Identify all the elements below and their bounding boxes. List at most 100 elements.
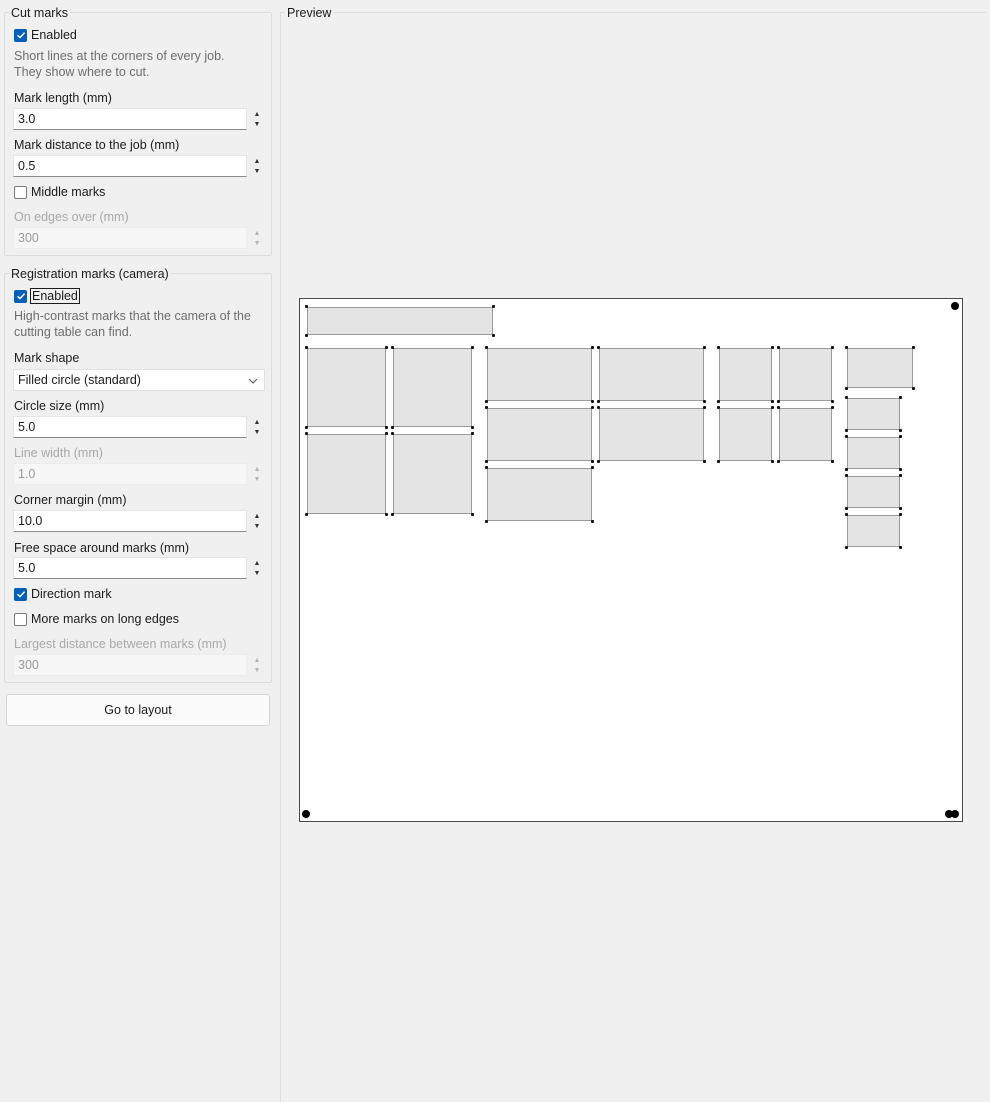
arrow-down-icon: ▼ — [253, 666, 261, 674]
cut-mark — [899, 429, 902, 432]
go-to-layout-button[interactable]: Go to layout — [6, 694, 270, 726]
cut-mark — [391, 346, 394, 349]
cut-mark — [591, 400, 594, 403]
free-space-label: Free space around marks (mm) — [14, 541, 190, 555]
circle-size-input[interactable]: 5.0 — [13, 416, 247, 438]
mark-distance-input[interactable]: 0.5 — [13, 155, 247, 177]
chevron-down-icon — [248, 373, 258, 387]
cut-marks-enabled-checkbox[interactable]: Enabled — [14, 26, 280, 44]
cut-mark — [591, 466, 594, 469]
cut-mark — [492, 305, 495, 308]
free-space-spinbox[interactable]: 5.0 ▲ ▼ — [13, 557, 265, 580]
arrow-down-icon[interactable]: ▼ — [254, 522, 261, 532]
corner-margin-input[interactable]: 10.0 — [13, 510, 247, 532]
job-rectangle — [393, 434, 472, 514]
arrow-up-icon: ▲ — [253, 229, 261, 237]
cut-mark — [591, 460, 594, 463]
checkmark-icon — [14, 289, 27, 303]
corner-margin-spinbox[interactable]: 10.0 ▲ ▼ — [13, 510, 265, 533]
cut-mark — [717, 400, 720, 403]
cut-mark — [777, 460, 780, 463]
cut-mark — [485, 400, 488, 403]
cut-mark — [845, 396, 848, 399]
cut-mark — [591, 346, 594, 349]
cut-mark — [471, 346, 474, 349]
registration-marks-group: Registration marks (camera) Enabled High… — [4, 266, 272, 683]
registration-enabled-checkbox[interactable]: Enabled — [14, 287, 280, 305]
cut-mark — [591, 520, 594, 523]
largest-distance-label: Largest distance between marks (mm) — [14, 637, 227, 651]
arrow-down-icon[interactable]: ▼ — [254, 120, 261, 130]
edges-over-spinbox: 300 ▲ ▼ — [13, 227, 265, 250]
mark-distance-spinbox[interactable]: 0.5 ▲ ▼ — [13, 155, 265, 178]
cut-mark — [845, 387, 848, 390]
mark-shape-select[interactable]: Filled circle (standard) — [13, 369, 265, 391]
cut-mark — [717, 346, 720, 349]
arrow-down-icon[interactable]: ▼ — [254, 569, 261, 579]
mark-shape-label: Mark shape — [14, 351, 80, 365]
cut-mark — [771, 460, 774, 463]
cut-mark — [845, 435, 848, 438]
cut-mark — [597, 460, 600, 463]
circle-size-spinbox[interactable]: 5.0 ▲ ▼ — [13, 416, 265, 439]
arrow-down-icon[interactable]: ▼ — [254, 167, 261, 177]
cut-mark — [471, 432, 474, 435]
edges-over-label: On edges over (mm) — [14, 210, 129, 224]
direction-mark-checkbox[interactable]: Direction mark — [14, 585, 280, 603]
cut-mark — [597, 346, 600, 349]
arrow-up-icon[interactable]: ▲ — [254, 110, 261, 120]
cut-mark — [591, 406, 594, 409]
cut-mark — [385, 346, 388, 349]
cut-mark — [899, 546, 902, 549]
cut-mark — [899, 513, 902, 516]
preview-sheet — [299, 298, 963, 822]
cut-mark — [485, 466, 488, 469]
arrow-down-icon: ▼ — [253, 239, 261, 247]
arrow-up-icon: ▲ — [253, 656, 261, 664]
cut-mark — [305, 334, 308, 337]
cut-mark — [703, 460, 706, 463]
cut-marks-title: Cut marks — [10, 5, 70, 21]
cut-mark — [845, 346, 848, 349]
cut-mark — [597, 400, 600, 403]
cut-mark — [831, 400, 834, 403]
middle-marks-checkbox[interactable]: Middle marks — [14, 183, 280, 201]
arrow-up-icon[interactable]: ▲ — [254, 559, 261, 569]
cut-mark — [771, 400, 774, 403]
cut-marks-group: Cut marks Enabled Short lines at the cor… — [4, 5, 272, 256]
cut-mark — [845, 468, 848, 471]
arrow-up-icon[interactable]: ▲ — [254, 512, 261, 522]
cut-mark — [305, 432, 308, 435]
cut-mark — [845, 507, 848, 510]
mark-length-spinbox[interactable]: 3.0 ▲ ▼ — [13, 108, 265, 131]
mark-shape-value: Filled circle (standard) — [18, 373, 141, 387]
cut-mark — [777, 346, 780, 349]
cut-mark — [703, 346, 706, 349]
job-rectangle — [307, 348, 386, 427]
cut-mark — [899, 507, 902, 510]
checkbox-empty-icon — [14, 185, 27, 199]
cut-mark — [391, 513, 394, 516]
mark-length-input[interactable]: 3.0 — [13, 108, 247, 130]
largest-distance-spinbox: 300 ▲ ▼ — [13, 654, 265, 677]
arrow-down-icon[interactable]: ▼ — [254, 428, 261, 438]
cut-mark — [899, 435, 902, 438]
job-rectangle — [307, 434, 386, 514]
cut-mark — [305, 305, 308, 308]
cut-mark — [492, 334, 495, 337]
line-width-input: 1.0 — [13, 463, 247, 485]
cut-mark — [703, 406, 706, 409]
cut-mark — [899, 474, 902, 477]
arrow-up-icon[interactable]: ▲ — [254, 418, 261, 428]
job-rectangle — [847, 398, 900, 430]
job-rectangle — [847, 476, 900, 508]
arrow-up-icon[interactable]: ▲ — [254, 157, 261, 167]
registration-marks-title: Registration marks (camera) — [10, 266, 171, 282]
cut-mark — [912, 346, 915, 349]
cut-mark — [485, 346, 488, 349]
cut-mark — [305, 513, 308, 516]
job-rectangle — [307, 307, 493, 335]
more-marks-checkbox[interactable]: More marks on long edges — [14, 610, 280, 628]
cut-mark — [305, 426, 308, 429]
free-space-input[interactable]: 5.0 — [13, 557, 247, 579]
